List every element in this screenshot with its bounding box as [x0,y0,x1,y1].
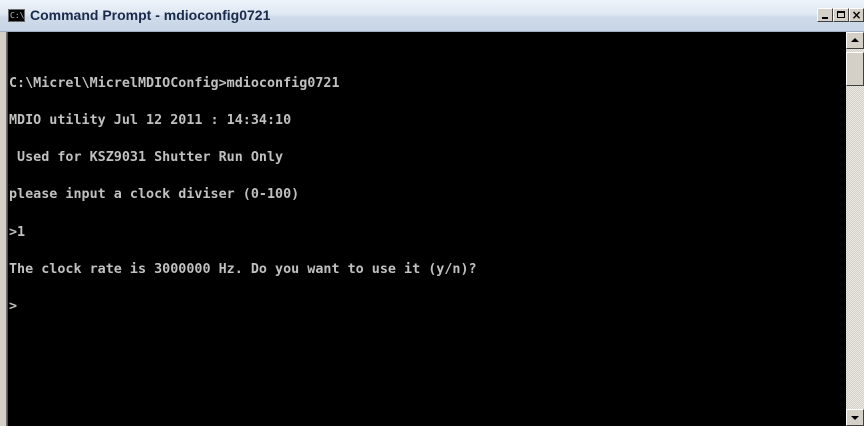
console-output-area[interactable]: C:\Micrel\MicrelMDIOConfig>mdioconfig072… [8,32,846,426]
scroll-up-button[interactable] [846,32,864,49]
window-left-frame [0,32,8,426]
console-line: >1 [9,224,26,240]
console-line: Used for KSZ9031 Shutter Run Only [9,150,284,166]
window-title: Command Prompt - mdioconfig0721 [30,7,271,23]
close-icon: × [851,8,862,22]
minimize-icon [822,17,828,19]
scrollbar-thumb[interactable] [846,52,864,86]
console-line: C:\Micrel\MicrelMDIOConfig>mdioconfig072… [9,75,340,91]
scroll-down-button[interactable] [846,409,864,426]
maximize-button[interactable] [833,8,849,22]
console-app-icon[interactable]: C:\ [8,9,25,22]
vertical-scrollbar[interactable] [846,32,864,426]
title-bar[interactable]: C:\ Command Prompt - mdioconfig0721 × [0,0,864,32]
maximize-icon [837,11,845,18]
minimize-button[interactable] [817,8,833,22]
scroll-up-arrow-icon [851,38,859,42]
console-text: C:\Micrel\MicrelMDIOConfig>mdioconfig072… [9,53,477,338]
console-line: please input a clock diviser (0-100) [9,187,300,203]
console-app-icon-text: C:\ [10,11,25,20]
command-prompt-window: C:\ Command Prompt - mdioconfig0721 × C:… [0,0,864,426]
console-line: The clock rate is 3000000 Hz. Do you wan… [9,261,477,277]
console-line: MDIO utility Jul 12 2011 : 14:34:10 [9,113,292,129]
scroll-down-arrow-icon [851,416,859,420]
console-prompt-line: > [9,299,18,315]
close-button[interactable]: × [849,8,864,22]
